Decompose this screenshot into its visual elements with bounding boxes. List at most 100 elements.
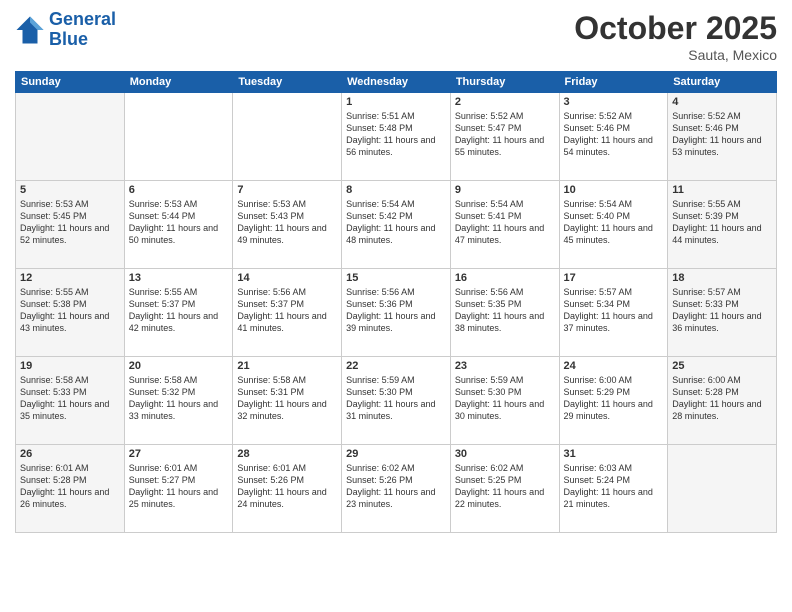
cell-info: Sunrise: 5:54 AM Sunset: 5:40 PM Dayligh… <box>564 198 664 247</box>
logo-icon <box>15 15 45 45</box>
calendar-cell: 31 Sunrise: 6:03 AM Sunset: 5:24 PM Dayli… <box>559 445 668 533</box>
logo-general: General <box>49 9 116 29</box>
day-number: 13 <box>129 272 229 284</box>
cell-info: Sunrise: 5:52 AM Sunset: 5:46 PM Dayligh… <box>564 110 664 159</box>
calendar-cell: 7 Sunrise: 5:53 AM Sunset: 5:43 PM Daylig… <box>233 181 342 269</box>
calendar-cell <box>668 445 777 533</box>
calendar-cell: 23Sunrise: 5:59 AM Sunset: 5:30 PM Dayli… <box>450 357 559 445</box>
calendar-cell: 19 Sunrise: 5:58 AM Sunset: 5:33 PM Dayli… <box>16 357 125 445</box>
cell-info: Sunrise: 6:01 AM Sunset: 5:27 PM Dayligh… <box>129 462 229 511</box>
calendar-table: SundayMondayTuesdayWednesdayThursdayFrid… <box>15 71 777 533</box>
location: Sauta, Mexico <box>574 47 777 63</box>
calendar-cell: 27 Sunrise: 6:01 AM Sunset: 5:27 PM Dayli… <box>124 445 233 533</box>
cell-info: Sunrise: 6:01 AM Sunset: 5:28 PM Dayligh… <box>20 462 120 511</box>
calendar-cell <box>233 93 342 181</box>
calendar-cell: 15 Sunrise: 5:56 AM Sunset: 5:36 PM Dayli… <box>342 269 451 357</box>
calendar-cell: 2 Sunrise: 5:52 AM Sunset: 5:47 PM Daylig… <box>450 93 559 181</box>
day-number: 15 <box>346 272 446 284</box>
cell-info: Sunrise: 6:02 AM Sunset: 5:25 PM Dayligh… <box>455 462 555 511</box>
cell-info: Sunrise: 6:02 AM Sunset: 5:26 PM Dayligh… <box>346 462 446 511</box>
cell-info: Sunrise: 5:53 AM Sunset: 5:44 PM Dayligh… <box>129 198 229 247</box>
cell-info: Sunrise: 6:03 AM Sunset: 5:24 PM Dayligh… <box>564 462 664 511</box>
day-number: 28 <box>237 448 337 460</box>
calendar-cell <box>124 93 233 181</box>
day-number: 29 <box>346 448 446 460</box>
day-number: 5 <box>20 184 120 196</box>
cell-info: Sunrise: 5:51 AM Sunset: 5:48 PM Dayligh… <box>346 110 446 159</box>
cell-info: Sunrise: 5:59 AM Sunset: 5:30 PM Dayligh… <box>346 374 446 423</box>
calendar-cell: 14Sunrise: 5:56 AM Sunset: 5:37 PM Dayli… <box>233 269 342 357</box>
day-number: 10 <box>564 184 664 196</box>
cell-info: Sunrise: 6:00 AM Sunset: 5:29 PM Dayligh… <box>564 374 664 423</box>
day-number: 17 <box>564 272 664 284</box>
cell-info: Sunrise: 5:58 AM Sunset: 5:31 PM Dayligh… <box>237 374 337 423</box>
day-header-tuesday: Tuesday <box>233 72 342 93</box>
calendar-cell: 8 Sunrise: 5:54 AM Sunset: 5:42 PM Daylig… <box>342 181 451 269</box>
day-number: 24 <box>564 360 664 372</box>
cell-info: Sunrise: 5:58 AM Sunset: 5:33 PM Dayligh… <box>20 374 120 423</box>
cell-info: Sunrise: 6:01 AM Sunset: 5:26 PM Dayligh… <box>237 462 337 511</box>
cell-info: Sunrise: 6:00 AM Sunset: 5:28 PM Dayligh… <box>672 374 772 423</box>
day-number: 30 <box>455 448 555 460</box>
calendar-cell: 11Sunrise: 5:55 AM Sunset: 5:39 PM Dayli… <box>668 181 777 269</box>
day-header-thursday: Thursday <box>450 72 559 93</box>
cell-info: Sunrise: 5:52 AM Sunset: 5:46 PM Dayligh… <box>672 110 772 159</box>
day-number: 4 <box>672 96 772 108</box>
cell-info: Sunrise: 5:52 AM Sunset: 5:47 PM Dayligh… <box>455 110 555 159</box>
logo-text: General Blue <box>49 10 116 50</box>
day-number: 31 <box>564 448 664 460</box>
day-number: 9 <box>455 184 555 196</box>
day-number: 19 <box>20 360 120 372</box>
cell-info: Sunrise: 5:53 AM Sunset: 5:43 PM Dayligh… <box>237 198 337 247</box>
day-number: 27 <box>129 448 229 460</box>
day-number: 8 <box>346 184 446 196</box>
calendar-cell: 20 Sunrise: 5:58 AM Sunset: 5:32 PM Dayli… <box>124 357 233 445</box>
day-header-sunday: Sunday <box>16 72 125 93</box>
cell-info: Sunrise: 5:56 AM Sunset: 5:36 PM Dayligh… <box>346 286 446 335</box>
day-number: 21 <box>237 360 337 372</box>
calendar-cell: 25 Sunrise: 6:00 AM Sunset: 5:28 PM Dayli… <box>668 357 777 445</box>
day-number: 12 <box>20 272 120 284</box>
day-number: 16 <box>455 272 555 284</box>
calendar-cell: 5Sunrise: 5:53 AM Sunset: 5:45 PM Daylig… <box>16 181 125 269</box>
cell-info: Sunrise: 5:55 AM Sunset: 5:38 PM Dayligh… <box>20 286 120 335</box>
month-title: October 2025 <box>574 10 777 47</box>
logo: General Blue <box>15 10 116 50</box>
cell-info: Sunrise: 5:56 AM Sunset: 5:35 PM Dayligh… <box>455 286 555 335</box>
day-number: 14 <box>237 272 337 284</box>
calendar-cell: 6 Sunrise: 5:53 AM Sunset: 5:44 PM Daylig… <box>124 181 233 269</box>
calendar-cell: 16 Sunrise: 5:56 AM Sunset: 5:35 PM Dayli… <box>450 269 559 357</box>
calendar-cell: 10 Sunrise: 5:54 AM Sunset: 5:40 PM Dayli… <box>559 181 668 269</box>
day-number: 20 <box>129 360 229 372</box>
week-row-5: 26 Sunrise: 6:01 AM Sunset: 5:28 PM Dayli… <box>16 445 777 533</box>
cell-info: Sunrise: 5:54 AM Sunset: 5:42 PM Dayligh… <box>346 198 446 247</box>
calendar-cell: 13 Sunrise: 5:55 AM Sunset: 5:37 PM Dayli… <box>124 269 233 357</box>
calendar-cell: 28 Sunrise: 6:01 AM Sunset: 5:26 PM Dayli… <box>233 445 342 533</box>
calendar-cell: 18Sunrise: 5:57 AM Sunset: 5:33 PM Dayli… <box>668 269 777 357</box>
day-number: 6 <box>129 184 229 196</box>
calendar-cell: 1Sunrise: 5:51 AM Sunset: 5:48 PM Daylig… <box>342 93 451 181</box>
day-number: 23 <box>455 360 555 372</box>
calendar-cell: 26 Sunrise: 6:01 AM Sunset: 5:28 PM Dayli… <box>16 445 125 533</box>
day-number: 3 <box>564 96 664 108</box>
cell-info: Sunrise: 5:58 AM Sunset: 5:32 PM Dayligh… <box>129 374 229 423</box>
day-number: 25 <box>672 360 772 372</box>
calendar-cell: 22Sunrise: 5:59 AM Sunset: 5:30 PM Dayli… <box>342 357 451 445</box>
cell-info: Sunrise: 5:55 AM Sunset: 5:39 PM Dayligh… <box>672 198 772 247</box>
calendar-cell: 9 Sunrise: 5:54 AM Sunset: 5:41 PM Daylig… <box>450 181 559 269</box>
day-number: 7 <box>237 184 337 196</box>
calendar-cell: 30 Sunrise: 6:02 AM Sunset: 5:25 PM Dayli… <box>450 445 559 533</box>
calendar-cell: 3 Sunrise: 5:52 AM Sunset: 5:46 PM Daylig… <box>559 93 668 181</box>
logo-blue: Blue <box>49 29 88 49</box>
page: General Blue October 2025 Sauta, Mexico … <box>0 0 792 612</box>
cell-info: Sunrise: 5:54 AM Sunset: 5:41 PM Dayligh… <box>455 198 555 247</box>
calendar-cell: 29 Sunrise: 6:02 AM Sunset: 5:26 PM Dayli… <box>342 445 451 533</box>
day-number: 26 <box>20 448 120 460</box>
title-block: October 2025 Sauta, Mexico <box>574 10 777 63</box>
day-number: 2 <box>455 96 555 108</box>
calendar-cell: 21 Sunrise: 5:58 AM Sunset: 5:31 PM Dayli… <box>233 357 342 445</box>
calendar-cell <box>16 93 125 181</box>
day-header-monday: Monday <box>124 72 233 93</box>
cell-info: Sunrise: 5:57 AM Sunset: 5:33 PM Dayligh… <box>672 286 772 335</box>
cell-info: Sunrise: 5:55 AM Sunset: 5:37 PM Dayligh… <box>129 286 229 335</box>
